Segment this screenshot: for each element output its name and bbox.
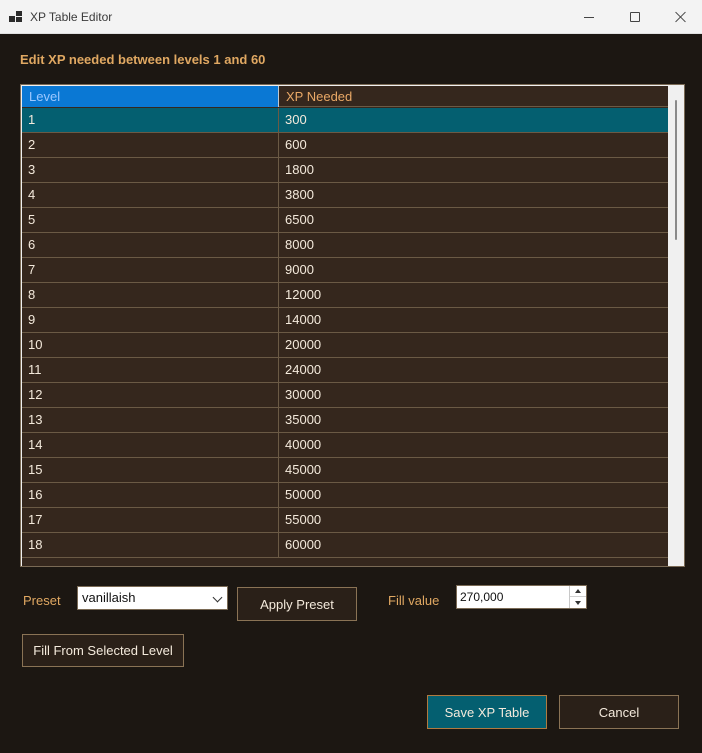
xp-needed-cell[interactable]: 40000 xyxy=(279,433,668,457)
xp-needed-cell[interactable]: 24000 xyxy=(279,358,668,382)
level-cell[interactable]: 6 xyxy=(22,233,279,257)
table-row[interactable]: 17 55000 xyxy=(22,508,668,533)
table-row[interactable]: 13 35000 xyxy=(22,408,668,433)
table-row[interactable]: 2 600 xyxy=(22,133,668,158)
xp-needed-cell[interactable]: 30000 xyxy=(279,383,668,407)
chevron-down-icon xyxy=(212,592,223,603)
xp-needed-cell[interactable]: 3800 xyxy=(279,183,668,207)
table-row[interactable]: 14 40000 xyxy=(22,433,668,458)
level-cell[interactable]: 4 xyxy=(22,183,279,207)
level-cell[interactable]: 16 xyxy=(22,483,279,507)
table-row[interactable]: 5 6500 xyxy=(22,208,668,233)
increment-button[interactable] xyxy=(570,586,586,597)
level-cell[interactable]: 17 xyxy=(22,508,279,532)
preset-value: vanillaish xyxy=(82,590,136,605)
level-cell[interactable]: 8 xyxy=(22,283,279,307)
xp-needed-cell[interactable]: 55000 xyxy=(279,508,668,532)
level-cell[interactable]: 14 xyxy=(22,433,279,457)
maximize-icon xyxy=(630,12,640,22)
xp-needed-cell[interactable]: 600 xyxy=(279,133,668,157)
xp-needed-cell[interactable]: 6500 xyxy=(279,208,668,232)
level-cell[interactable]: 3 xyxy=(22,158,279,182)
table-row[interactable]: 15 45000 xyxy=(22,458,668,483)
preset-label: Preset xyxy=(23,593,61,608)
column-header-level[interactable]: Level xyxy=(22,86,279,107)
xp-needed-cell[interactable]: 8000 xyxy=(279,233,668,257)
table-row[interactable]: 4 3800 xyxy=(22,183,668,208)
level-cell[interactable]: 7 xyxy=(22,258,279,282)
level-cell[interactable]: 9 xyxy=(22,308,279,332)
xp-needed-cell[interactable]: 35000 xyxy=(279,408,668,432)
fill-value-text: 270,000 xyxy=(460,590,504,604)
grid-header: Level XP Needed xyxy=(22,86,668,107)
table-row[interactable]: 12 30000 xyxy=(22,383,668,408)
maximize-button[interactable] xyxy=(612,0,658,34)
table-row[interactable]: 6 8000 xyxy=(22,233,668,258)
save-xp-table-button[interactable]: Save XP Table xyxy=(427,695,547,729)
fill-value-stepper[interactable]: 270,000 xyxy=(456,585,587,609)
preset-dropdown[interactable]: vanillaish xyxy=(77,586,228,610)
level-cell[interactable]: 11 xyxy=(22,358,279,382)
level-cell[interactable]: 15 xyxy=(22,458,279,482)
xp-needed-cell[interactable]: 60000 xyxy=(279,533,668,557)
table-row[interactable]: 8 12000 xyxy=(22,283,668,308)
table-row[interactable]: 11 24000 xyxy=(22,358,668,383)
minimize-button[interactable] xyxy=(566,0,612,34)
fill-from-selected-level-button[interactable]: Fill From Selected Level xyxy=(22,634,184,667)
arrow-up-icon xyxy=(575,589,581,593)
xp-needed-cell[interactable]: 50000 xyxy=(279,483,668,507)
table-row[interactable]: 9 14000 xyxy=(22,308,668,333)
level-cell[interactable]: 10 xyxy=(22,333,279,357)
apply-preset-button[interactable]: Apply Preset xyxy=(237,587,357,621)
app-icon xyxy=(9,11,22,23)
xp-needed-cell[interactable]: 300 xyxy=(279,108,668,132)
xp-needed-cell[interactable]: 1800 xyxy=(279,158,668,182)
xp-needed-cell[interactable]: 9000 xyxy=(279,258,668,282)
table-row[interactable]: 3 1800 xyxy=(22,158,668,183)
fill-value-label: Fill value xyxy=(388,593,440,608)
xp-needed-cell[interactable]: 14000 xyxy=(279,308,668,332)
spinner xyxy=(569,586,586,608)
level-cell[interactable]: 12 xyxy=(22,383,279,407)
xp-needed-cell[interactable]: 45000 xyxy=(279,458,668,482)
arrow-down-icon xyxy=(575,600,581,605)
xp-table-grid[interactable]: Level XP Needed 1 300 2 600 3 1800 4 3800 5 6500 6… xyxy=(20,84,685,567)
grid-viewport: Level XP Needed 1 300 2 600 3 1800 4 3800 5 6500 6… xyxy=(22,86,668,566)
level-cell[interactable]: 2 xyxy=(22,133,279,157)
table-row[interactable]: 18 60000 xyxy=(22,533,668,558)
xp-needed-cell[interactable]: 20000 xyxy=(279,333,668,357)
level-cell[interactable]: 18 xyxy=(22,533,279,557)
column-header-xp-needed[interactable]: XP Needed xyxy=(279,86,668,107)
level-cell[interactable]: 5 xyxy=(22,208,279,232)
vertical-scrollbar[interactable] xyxy=(668,86,684,566)
level-cell[interactable]: 13 xyxy=(22,408,279,432)
cancel-button[interactable]: Cancel xyxy=(559,695,679,729)
scrollbar-thumb[interactable] xyxy=(675,100,677,240)
table-row[interactable]: 10 20000 xyxy=(22,333,668,358)
close-button[interactable] xyxy=(658,0,702,34)
level-cell[interactable]: 1 xyxy=(22,108,279,132)
minimize-icon xyxy=(584,16,594,18)
table-row[interactable]: 16 50000 xyxy=(22,483,668,508)
window-title: XP Table Editor xyxy=(30,10,113,24)
table-row[interactable]: 1 300 xyxy=(22,108,668,133)
decrement-button[interactable] xyxy=(570,597,586,608)
xp-needed-cell[interactable]: 12000 xyxy=(279,283,668,307)
table-row[interactable]: 7 9000 xyxy=(22,258,668,283)
page-title: Edit XP needed between levels 1 and 60 xyxy=(20,52,266,67)
grid-rows: 1 300 2 600 3 1800 4 3800 5 6500 6 8000 7 9000 8 12000 9… xyxy=(22,108,668,558)
title-bar: XP Table Editor xyxy=(0,0,702,34)
close-icon xyxy=(675,11,687,23)
